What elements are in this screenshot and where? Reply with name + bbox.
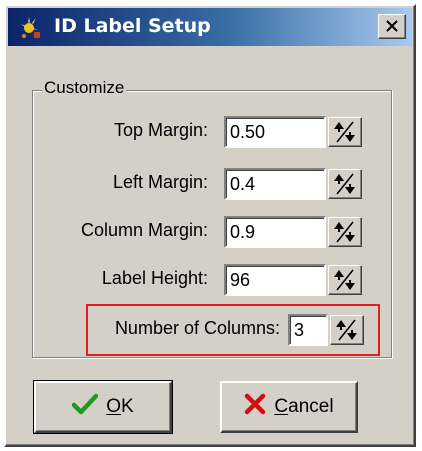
top-margin-input[interactable]: 0.50: [224, 116, 326, 148]
left-margin-label: Left Margin:: [112, 172, 208, 192]
left-margin-spin-button[interactable]: [328, 169, 362, 199]
spin-arrows-icon: [336, 319, 357, 341]
number-of-columns-label: Number of Columns:: [114, 318, 280, 338]
title-bar[interactable]: ID Label Setup: [8, 8, 412, 46]
spin-arrows-icon: [334, 173, 355, 195]
label-height-label: Label Height:: [101, 268, 208, 288]
checkmark-icon: [72, 393, 99, 421]
top-margin-label: Top Margin:: [113, 120, 208, 140]
column-margin-label: Column Margin:: [80, 220, 208, 240]
column-margin-spin-button[interactable]: [328, 217, 362, 247]
groupbox-label: Customize: [42, 78, 127, 98]
dialog-window: ID Label Setup Customize Top Margin: 0.5…: [4, 4, 416, 447]
ok-label: OK: [106, 396, 134, 417]
spin-arrows-icon: [334, 221, 355, 243]
app-sparkle-icon: [18, 14, 44, 40]
column-margin-input[interactable]: 0.9: [224, 216, 326, 248]
top-margin-spin-button[interactable]: [328, 117, 362, 147]
cancel-button[interactable]: Cancel: [220, 381, 358, 433]
close-icon: [385, 17, 399, 36]
label-height-input[interactable]: 96: [224, 264, 326, 296]
left-margin-input[interactable]: 0.4: [224, 168, 326, 200]
spin-arrows-icon: [334, 121, 355, 143]
window-title: ID Label Setup: [54, 15, 211, 37]
cancel-label: Cancel: [274, 396, 334, 417]
number-of-columns-input[interactable]: 3: [288, 314, 328, 346]
number-of-columns-spin-button[interactable]: [330, 315, 364, 345]
spin-arrows-icon: [334, 269, 355, 291]
label-height-spin-button[interactable]: [328, 265, 362, 295]
ok-button[interactable]: OK: [33, 380, 173, 434]
close-button[interactable]: [378, 14, 406, 39]
x-mark-icon: [244, 393, 266, 421]
